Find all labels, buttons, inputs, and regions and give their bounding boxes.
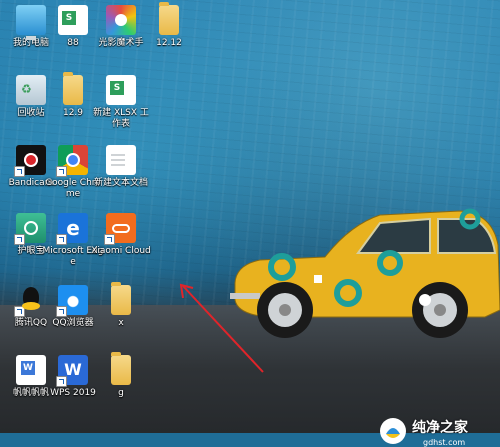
desktop-icon-g[interactable]: g [90, 352, 152, 399]
cloud-icon [104, 213, 136, 245]
shortcut-arrow-icon [104, 234, 115, 245]
desktop-icon-12-12[interactable]: 12.12 [138, 2, 200, 49]
chrome-icon [56, 145, 88, 177]
desktop-icon-x[interactable]: x [90, 282, 152, 329]
shortcut-arrow-icon [56, 306, 67, 317]
watermark-url: gdhst.com [423, 438, 466, 447]
icon-label: g [118, 388, 124, 398]
watermark-logo-icon [380, 418, 406, 444]
icon-label: 12.12 [156, 38, 182, 48]
shortcut-arrow-icon [14, 306, 25, 317]
icon-label: Xiaomi Cloud [91, 246, 151, 256]
wps-icon: W [56, 355, 88, 387]
aperture-icon [106, 5, 136, 35]
annotation-arrow [179, 283, 264, 373]
edge-glyph: e [66, 216, 80, 240]
icon-label: 新建 XLSX 工作表 [93, 108, 149, 129]
desktop-icon-new-xlsx[interactable]: S 新建 XLSX 工作表 [90, 75, 152, 130]
icon-label: x [118, 318, 124, 328]
folder-icon [111, 282, 131, 315]
desktop-icon-xiaomi-cloud[interactable]: Xiaomi Cloud [90, 213, 152, 257]
folder-icon [159, 2, 179, 35]
folder-icon [63, 72, 83, 105]
icon-label: 新建文本文档 [93, 178, 148, 188]
shortcut-arrow-icon [14, 166, 25, 177]
spreadsheet-mark: S [62, 11, 76, 25]
spreadsheet-icon: S [58, 5, 88, 35]
desktop-icon-new-text-document[interactable]: 新建文本文档 [90, 145, 152, 189]
spreadsheet-mark: S [110, 81, 124, 95]
folder-icon [111, 352, 131, 385]
shortcut-arrow-icon [56, 166, 67, 177]
shortcut-arrow-icon [56, 234, 67, 245]
watermark-text: 纯净之家 [412, 420, 468, 436]
edge-icon: e [56, 213, 88, 245]
shortcut-arrow-icon [14, 234, 25, 245]
text-document-icon [106, 145, 136, 175]
spreadsheet-icon: S [106, 75, 136, 105]
shortcut-arrow-icon [56, 376, 67, 387]
qq-browser-icon [56, 285, 88, 317]
